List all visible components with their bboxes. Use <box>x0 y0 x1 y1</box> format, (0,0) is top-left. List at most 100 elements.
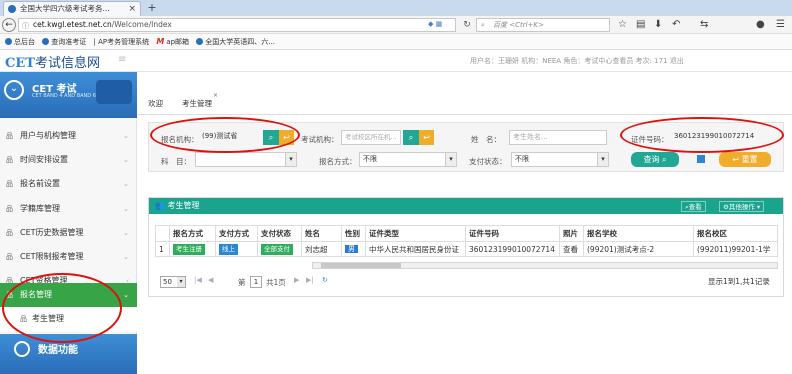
table-row[interactable]: 1 考生注册 线上 全部支付 刘志超 男 中华人民共和国居民身份证 360123… <box>155 241 778 257</box>
sidebar-item-presettings[interactable]: 品报名前设置 ⌄ <box>0 172 137 196</box>
info-icon: ⓘ <box>22 22 29 30</box>
bookmark-item[interactable]: 查询准考证 <box>42 35 86 50</box>
id-label: 证件号码： <box>631 135 669 144</box>
toggle-checkbox[interactable] <box>697 155 705 163</box>
sidebar-data-functions[interactable]: 数据功能 <box>0 334 137 374</box>
bookmark-item[interactable]: 全国大学英语四、六... <box>196 35 275 50</box>
next-page-icon[interactable]: ▶ <box>294 276 299 284</box>
sidebar-item-restriction[interactable]: 品 CET限制报考管理 ⌄ <box>0 245 137 269</box>
prev-page-icon[interactable]: ◀ <box>208 276 213 284</box>
site-favicon-icon <box>8 5 16 13</box>
name-cell: 刘志超 <box>301 241 342 257</box>
column-header <box>155 225 170 242</box>
url-bar[interactable]: ⓘ cet.kwgl.etest.net.cn/Welcome/Index <box>18 18 456 32</box>
bookmark-item[interactable]: Map邮箱 <box>156 34 189 50</box>
org-search-button[interactable]: ⌕ <box>263 130 279 145</box>
star-icon[interactable]: ☆ <box>618 18 627 32</box>
bookmark-item[interactable]: 总后台 <box>5 35 35 50</box>
subject-select[interactable] <box>195 152 297 167</box>
pager-summary: 显示1到1,共1记录 <box>708 277 770 286</box>
bookmarks-bar: 总后台 查询准考证 | AP考务管理系统 Map邮箱 全国大学英语四、六... <box>0 34 792 50</box>
sidebar-item-schedule[interactable]: 品时间安排设置 ⌄ <box>0 148 137 172</box>
page-size-select[interactable]: 50 <box>160 276 186 288</box>
bookmark-icon <box>196 38 204 45</box>
tree-icon: 品 <box>6 180 13 188</box>
name-input[interactable]: 考生姓名... <box>509 130 607 145</box>
sidebar-item-candidates[interactable]: 品考生管理 <box>0 307 137 331</box>
first-page-icon[interactable]: |◀ <box>194 276 202 284</box>
column-header[interactable]: 报名校区 <box>693 225 778 242</box>
last-page-icon[interactable]: ▶| <box>306 276 314 284</box>
tree-icon: 品 <box>6 291 13 299</box>
user-info: 用户名：王珊妍 机构：NEEA 角色：考试中心查看员 考次: 171 退出 <box>470 57 684 65</box>
new-tab-button[interactable]: + <box>145 2 159 14</box>
search-icon: ⌕ <box>481 21 485 29</box>
extension-icon[interactable]: ⇆ <box>700 18 708 32</box>
more-actions-button[interactable]: ⚙其他操作 ▾ <box>719 201 765 212</box>
menu-icon[interactable]: ☰ <box>776 18 785 32</box>
org-clear-button[interactable]: ↩ <box>279 130 294 145</box>
close-icon[interactable]: × <box>213 92 218 99</box>
browser-tabstrip: 全国大学四六级考试考务... × + <box>0 0 792 16</box>
sidebar-item-history[interactable]: 品 CET历史数据管理 ⌄ <box>0 221 137 245</box>
reload-icon[interactable]: ↻ <box>460 18 474 32</box>
tab-candidate-management[interactable]: 考生管理 × <box>182 92 218 109</box>
download-icon[interactable]: ⬇ <box>654 18 662 32</box>
chevron-down-icon: ⌄ <box>123 132 129 140</box>
column-header[interactable]: 报名方式 <box>169 225 216 242</box>
sidebar-item-users[interactable]: 品用户与机构管理 ⌄ <box>0 124 137 148</box>
view-button[interactable]: ⌕查看 <box>681 201 706 212</box>
hamburger-icon[interactable]: ≡ <box>118 54 126 65</box>
tab-welcome[interactable]: 欢迎 <box>148 98 163 109</box>
column-header[interactable]: 照片 <box>559 225 584 242</box>
back-arrow-icon[interactable]: ← <box>2 18 16 32</box>
shield-icon[interactable]: ◆ ▦ <box>428 20 442 28</box>
browser-search-placeholder: 百度 <Ctrl+K> <box>493 21 544 29</box>
column-header[interactable]: 支付状态 <box>257 225 302 242</box>
tab-close-icon[interactable]: × <box>128 2 136 16</box>
tree-icon: 品 <box>6 205 13 213</box>
url-path: /Welcome/Index <box>111 20 172 29</box>
bookmarks-icon[interactable]: ▤ <box>636 18 645 32</box>
users-icon: 👥 <box>155 201 165 210</box>
pay-status-select[interactable]: 不限 <box>511 152 609 167</box>
browser-search-input[interactable]: ⌕ 百度 <Ctrl+K> <box>476 18 610 32</box>
browser-navbar: ← ⓘ cet.kwgl.etest.net.cn/Welcome/Index … <box>0 16 792 34</box>
column-header[interactable]: 性别 <box>341 225 366 242</box>
column-header[interactable]: 证件类型 <box>365 225 466 242</box>
payment-status-cell: 全部支付 <box>257 241 302 257</box>
sidebar-item-student-records[interactable]: 品学籍库管理 ⌄ <box>0 197 137 221</box>
school-cell: (99201)测试考点-2 <box>583 241 694 257</box>
campus-clear-button[interactable]: ↩ <box>419 130 434 145</box>
photo-link[interactable]: 查看 <box>559 241 584 257</box>
registration-method-cell: 考生注册 <box>169 241 216 257</box>
refresh-icon[interactable]: ↻ <box>322 276 328 284</box>
search-icon: ⌕ <box>408 133 414 142</box>
column-header[interactable]: 支付方式 <box>215 225 258 242</box>
chevron-icon <box>14 341 30 357</box>
column-header[interactable]: 姓名 <box>301 225 342 242</box>
sidebar-item-registration[interactable]: 品报名管理 ⌄ <box>0 283 137 307</box>
column-header[interactable]: 报名学校 <box>583 225 694 242</box>
status-badge: 考生注册 <box>173 243 205 255</box>
reset-button[interactable]: ↩ 重置 <box>719 152 771 167</box>
search-button[interactable]: 查询 ⌕ <box>631 152 679 167</box>
tree-icon: 品 <box>6 156 13 164</box>
horizontal-scrollbar[interactable] <box>312 262 778 269</box>
column-header[interactable]: 证件号码 <box>465 225 560 242</box>
browser-tab[interactable]: 全国大学四六级考试考务... × <box>3 1 141 16</box>
chat-icon[interactable]: ● <box>756 18 765 32</box>
site-logo[interactable]: CET考试信息网 <box>5 52 100 71</box>
bookmark-item[interactable]: | AP考务管理系统 <box>93 35 149 50</box>
undo-icon[interactable]: ↶ <box>672 18 680 32</box>
campus-search-button[interactable]: ⌕ <box>403 130 419 145</box>
chevron-down-icon[interactable]: ⌄ <box>4 80 24 100</box>
id-number-input[interactable]: 360123199010072714 <box>671 130 775 145</box>
org-field[interactable]: (99)测试省 <box>199 130 261 145</box>
scrollbar-thumb[interactable] <box>321 263 401 268</box>
page-number-input[interactable]: 1 <box>250 276 262 288</box>
pay-label: 支付状态： <box>469 157 507 166</box>
pager: 50 |◀ ◀ 第 1 共1页 ▶ ▶| ↻ <box>156 274 356 290</box>
method-select[interactable]: 不限 <box>359 152 457 167</box>
campus-field[interactable]: 考试校区所在机... <box>341 130 401 145</box>
